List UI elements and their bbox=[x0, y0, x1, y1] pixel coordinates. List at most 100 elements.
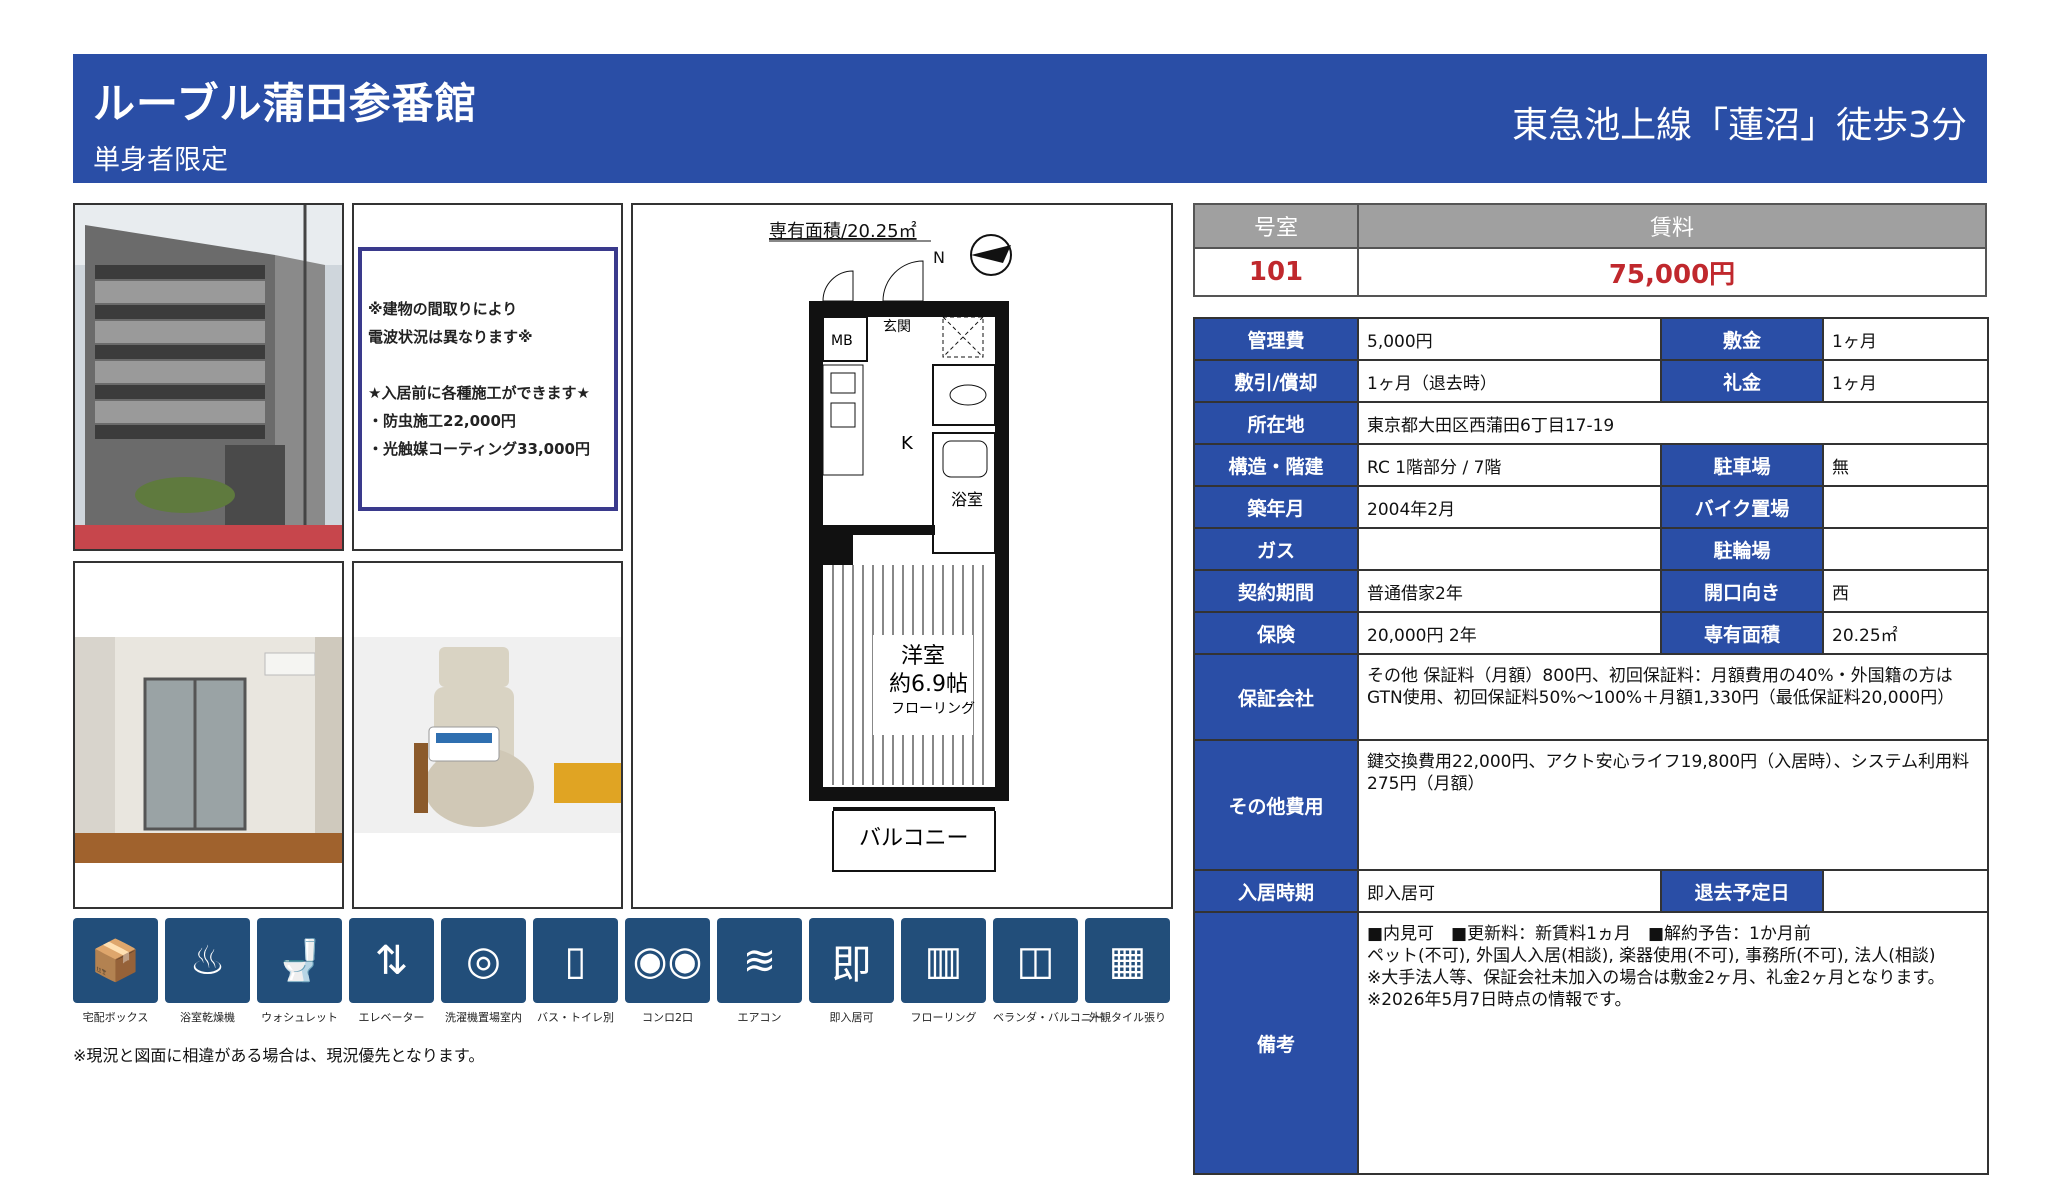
guarantor-label: 保証会社 bbox=[1193, 653, 1359, 741]
parking-label: 駐車場 bbox=[1660, 443, 1824, 487]
amenity-flooring: ▥ フローリング bbox=[901, 918, 986, 1030]
washlet-icon: 🚽 bbox=[257, 918, 342, 1003]
amenity-label: 宅配ボックス bbox=[82, 1011, 149, 1024]
washing-machine-icon: ◎ bbox=[441, 918, 526, 1003]
other-costs-line: 鍵交換費用22,000円、アクト安心ライフ19,800円（入居時）、システム利用… bbox=[1367, 752, 1970, 772]
amenity-immediate-move-in: 即 即入居可 bbox=[809, 918, 894, 1030]
air-conditioner-icon: ≋ bbox=[717, 918, 802, 1003]
floor-plan-area-label: 専有面積/20.25㎡ bbox=[769, 220, 917, 242]
room-rent-table: 号室 賃料 101 75,000円 bbox=[1193, 203, 1987, 297]
disclaimer-note: ※現況と図面に相違がある場合は、現況優先となります。 bbox=[73, 1046, 485, 1065]
amenity-label: ベランダ・バルコニー bbox=[993, 1011, 1103, 1024]
management-fee-value: 5,000円 bbox=[1357, 317, 1662, 361]
elevator-icon: ⇅ bbox=[349, 918, 434, 1003]
built-date-value: 2004年2月 bbox=[1357, 485, 1662, 529]
floor-plan-drawing: 専有面積/20.25㎡ N MB 玄関 K 浴室 洋室 約6.9帖 フローリング… bbox=[769, 220, 1012, 872]
toilet-photo bbox=[352, 561, 623, 909]
stove-2-burner-icon: ◉◉ bbox=[625, 918, 710, 1003]
key-money-value: 1ヶ月 bbox=[1822, 359, 1989, 403]
notice-line: ※建物の間取りにより bbox=[368, 300, 518, 318]
deduction-value: 1ヶ月（退去時） bbox=[1357, 359, 1662, 403]
amenity-label: ウォシュレット bbox=[261, 1011, 338, 1024]
station-access: 東急池上線「蓮沼」徒歩3分 bbox=[1512, 105, 1967, 146]
amenity-stove: ◉◉ コンロ2口 bbox=[625, 918, 710, 1030]
gas-label: ガス bbox=[1193, 527, 1359, 571]
rent-value: 75,000円 bbox=[1357, 247, 1987, 297]
header-banner: ルーブル蒲田参番館 単身者限定 東急池上線「蓮沼」徒歩3分 bbox=[73, 54, 1987, 183]
address-label: 所在地 bbox=[1193, 401, 1359, 445]
amenity-label: バス・トイレ別 bbox=[537, 1011, 614, 1024]
kitchen-label: K bbox=[901, 433, 914, 454]
amenity-label: 外観タイル張り bbox=[1089, 1011, 1166, 1024]
amenity-label: 洗濯機置場室内 bbox=[445, 1011, 522, 1024]
amenity-label: フローリング bbox=[910, 1011, 977, 1024]
toilet-image bbox=[354, 563, 621, 907]
notice-line: ・防虫施工22,000円 bbox=[368, 412, 516, 430]
room-interior-photo bbox=[73, 561, 344, 909]
amenity-label: 即入居可 bbox=[829, 1011, 874, 1024]
deposit-label: 敷金 bbox=[1660, 317, 1824, 361]
amenity-tile-exterior: ▦ 外観タイル張り bbox=[1085, 918, 1170, 1030]
leave-date-label: 退去予定日 bbox=[1660, 869, 1824, 913]
amenity-bath-toilet-separate: ▯ バス・トイレ別 bbox=[533, 918, 618, 1030]
amenity-washlet: 🚽 ウォシュレット bbox=[257, 918, 342, 1030]
other-costs-line: 275円（月額） bbox=[1367, 774, 1485, 794]
bicycle-parking-label: 駐輪場 bbox=[1660, 527, 1824, 571]
leave-date-value bbox=[1822, 869, 1989, 913]
immediate-move-in-icon: 即 bbox=[809, 918, 894, 1003]
amenity-air-conditioner: ≋ エアコン bbox=[717, 918, 802, 1030]
move-in-value: 即入居可 bbox=[1357, 869, 1662, 913]
opening-direction-value: 西 bbox=[1822, 569, 1989, 613]
opening-direction-label: 開口向き bbox=[1660, 569, 1824, 613]
parking-value: 無 bbox=[1822, 443, 1989, 487]
notice-line: 電波状況は異なります※ bbox=[368, 328, 533, 346]
room-label: 洋室 bbox=[901, 644, 945, 669]
room-number-header: 号室 bbox=[1193, 203, 1359, 249]
other-costs-value: 鍵交換費用22,000円、アクト安心ライフ19,800円（入居時）、システム利用… bbox=[1357, 739, 1989, 871]
notice-line: ・光触媒コーティング33,000円 bbox=[368, 440, 590, 458]
floor-area-value: 20.25㎡ bbox=[1822, 611, 1989, 655]
property-title: ルーブル蒲田参番館 bbox=[93, 79, 478, 128]
insurance-value: 20,000円 2年 bbox=[1357, 611, 1662, 655]
room-interior-image bbox=[75, 563, 342, 907]
remarks-line: ■内見可 ■更新料：新賃料1ヵ月 ■解約予告：1か月前 bbox=[1367, 924, 1811, 944]
guarantor-line: GTN使用、初回保証料50%～100%＋月額1,330円（最低保証料20,000… bbox=[1367, 688, 1955, 708]
tile-exterior-icon: ▦ bbox=[1085, 918, 1170, 1003]
rent-header: 賃料 bbox=[1357, 203, 1987, 249]
bath-toilet-separate-icon: ▯ bbox=[533, 918, 618, 1003]
property-subtitle: 単身者限定 bbox=[93, 145, 228, 176]
remarks-line: ペット(不可), 外国人入居(相談), 楽器使用(不可), 事務所(不可), 法… bbox=[1367, 946, 1936, 966]
building-exterior-image bbox=[75, 205, 342, 549]
deduction-label: 敷引/償却 bbox=[1193, 359, 1359, 403]
room-number-value: 101 bbox=[1193, 247, 1359, 297]
guarantor-line: その他 保証料（月額）800円、初回保証料：月額費用の40%・外国籍の方は bbox=[1367, 666, 1953, 686]
remarks-label: 備考 bbox=[1193, 911, 1359, 1175]
deposit-value: 1ヶ月 bbox=[1822, 317, 1989, 361]
amenity-package-box: 📦 宅配ボックス bbox=[73, 918, 158, 1030]
remarks-value: ■内見可 ■更新料：新賃料1ヵ月 ■解約予告：1か月前 ペット(不可), 外国人… bbox=[1357, 911, 1989, 1175]
amenity-label: 浴室乾燥機 bbox=[180, 1011, 235, 1024]
remarks-line: ※大手法人等、保証会社未加入の場合は敷金2ヶ月、礼金2ヶ月となります。 bbox=[1367, 968, 1945, 988]
property-info-table: 管理費 5,000円 敷金 1ヶ月 敷引/償却 1ヶ月（退去時） 礼金 1ヶ月 … bbox=[1193, 317, 1989, 1175]
entrance-label: 玄関 bbox=[883, 318, 911, 335]
amenity-icons: 📦 宅配ボックス ♨ 浴室乾燥機 🚽 ウォシュレット ⇅ エレベーター ◎ 洗濯… bbox=[73, 918, 1173, 1030]
bike-parking-label: バイク置場 bbox=[1660, 485, 1824, 529]
gas-value bbox=[1357, 527, 1662, 571]
contract-period-value: 普通借家2年 bbox=[1357, 569, 1662, 613]
bicycle-parking-value bbox=[1822, 527, 1989, 571]
contract-period-label: 契約期間 bbox=[1193, 569, 1359, 613]
flooring-icon: ▥ bbox=[901, 918, 986, 1003]
other-costs-label: その他費用 bbox=[1193, 739, 1359, 871]
package-box-icon: 📦 bbox=[73, 918, 158, 1003]
notice-box: ※建物の間取りにより 電波状況は異なります※ ★入居前に各種施工ができます★ ・… bbox=[358, 247, 618, 511]
notice-panel: ※建物の間取りにより 電波状況は異なります※ ★入居前に各種施工ができます★ ・… bbox=[352, 203, 623, 551]
amenity-label: エアコン bbox=[737, 1011, 782, 1024]
north-indicator: N bbox=[933, 248, 945, 267]
built-date-label: 築年月 bbox=[1193, 485, 1359, 529]
address-value: 東京都大田区西蒲田6丁目17-19 bbox=[1357, 401, 1989, 445]
structure-value: RC 1階部分 / 7階 bbox=[1357, 443, 1662, 487]
floor-plan: 専有面積/20.25㎡ N MB 玄関 K 浴室 洋室 約6.9帖 フローリング… bbox=[631, 203, 1173, 909]
floor-area-label: 専有面積 bbox=[1660, 611, 1824, 655]
key-money-label: 礼金 bbox=[1660, 359, 1824, 403]
room-size-label: 約6.9帖 bbox=[889, 672, 968, 697]
